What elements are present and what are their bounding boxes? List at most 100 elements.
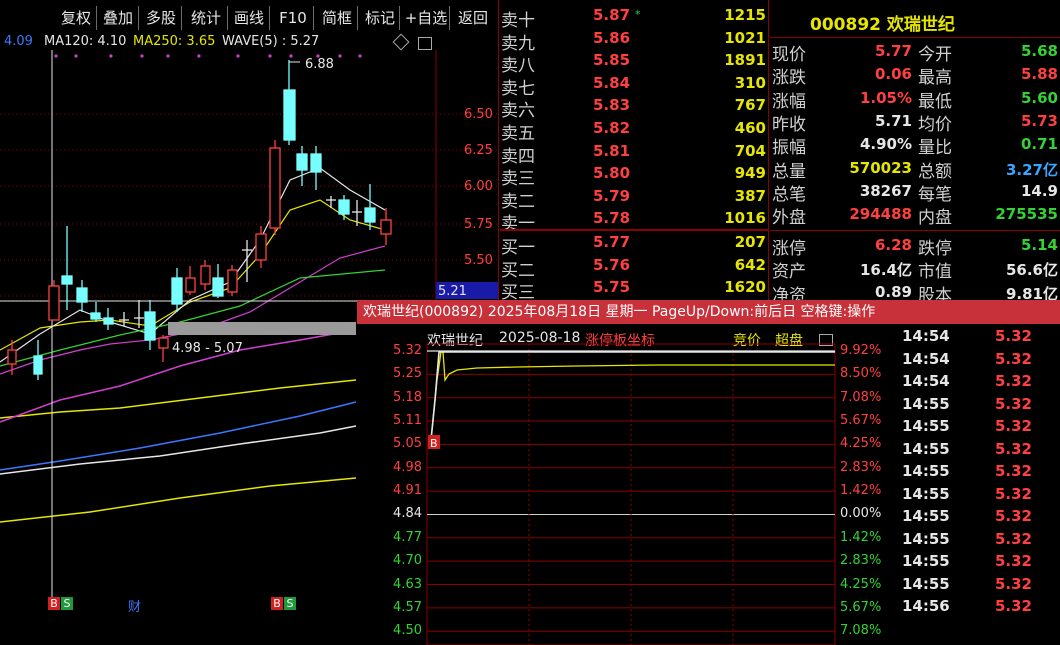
tick-price: 5.32 — [994, 462, 1032, 480]
ask-row[interactable]: 卖六 5.83 767 — [501, 96, 766, 121]
bid-volume: 207 — [734, 233, 766, 251]
kline-price-label: 6.00 — [464, 179, 493, 194]
sell-marker[interactable]: S — [284, 597, 296, 610]
ask-volume: 387 — [734, 186, 766, 205]
tick-row[interactable]: 14:54 5.32 — [902, 350, 1060, 373]
intraday-pct-label: 7.08% — [840, 623, 882, 639]
intraday-pct-label: 7.08% — [840, 389, 882, 405]
ask-level-label: 卖九 — [501, 33, 535, 54]
intraday-price-label: 4.63 — [393, 576, 422, 592]
tick-row[interactable]: 14:54 5.32 — [902, 372, 1060, 395]
tick-row[interactable]: 14:55 5.32 — [902, 552, 1060, 575]
intraday-pct-label: 2.83% — [840, 459, 882, 475]
tick-price: 5.32 — [994, 439, 1032, 458]
popup-title[interactable]: 欢瑞世纪(000892) 2025年08月18日 星期一 PageUp/Down… — [357, 300, 1060, 324]
quote-value: 275535 — [995, 205, 1058, 224]
bid-level-label: 买二 — [501, 260, 535, 281]
chart-toolbar: 复权 叠加 多股 统计 画线 F10 简框 标记 +自选 返回 — [0, 0, 498, 36]
ask-row[interactable]: 卖四 5.81 704 — [501, 141, 766, 167]
toolbar-overlay-button[interactable]: 叠加 — [98, 6, 139, 30]
toolbar-add-watchlist-button[interactable]: +自选 — [403, 6, 450, 30]
toolbar-fuquan-button[interactable]: 复权 — [56, 6, 97, 30]
intraday-pct-label: 1.42% — [840, 529, 882, 545]
toolbar-mark-button[interactable]: 标记 — [361, 6, 400, 30]
tick-time: 14:55 — [902, 417, 950, 435]
toolbar-simple-frame-button[interactable]: 简框 — [317, 6, 358, 30]
ask-row[interactable]: 卖八 5.85 1891 — [501, 51, 766, 77]
bid-row[interactable]: 买二 5.76 642 — [501, 255, 766, 281]
tick-row[interactable]: 14:55 5.32 — [902, 395, 1060, 418]
bid-row[interactable]: 买三 5.75 1620 — [501, 278, 766, 303]
tick-time: 14:54 — [902, 349, 950, 368]
bid-volume: 642 — [734, 255, 766, 274]
quote-value: 5.73 — [1020, 111, 1058, 130]
toolbar-stats-button[interactable]: 统计 — [185, 6, 228, 30]
window-toggle-icon[interactable] — [418, 37, 432, 50]
tick-price: 5.32 — [994, 372, 1032, 390]
quote-label: 总额 — [918, 161, 952, 182]
tick-row[interactable]: 14:56 5.32 — [902, 597, 1060, 620]
bid-row[interactable]: 买一 5.77 207 — [501, 233, 766, 258]
ask-volume: 310 — [734, 73, 766, 92]
ask-row[interactable]: 卖五 5.82 460 — [501, 119, 766, 144]
toolbar-f10-button[interactable]: F10 — [273, 6, 314, 30]
toolbar-draw-button[interactable]: 画线 — [229, 6, 270, 30]
tick-time: 14:55 — [902, 439, 950, 458]
toolbar-back-button[interactable]: 返回 — [453, 6, 493, 30]
ask-level-label: 卖三 — [501, 169, 535, 190]
finance-marker[interactable]: 财 — [128, 596, 141, 615]
quote-label: 昨收 — [772, 114, 806, 135]
ma250-value: MA250: 3.65 — [133, 34, 216, 49]
tick-time: 14:55 — [902, 574, 950, 593]
ma120-line — [0, 425, 357, 475]
intraday-chart[interactable]: B — [357, 340, 902, 645]
ask-row[interactable]: 卖七 5.84 310 — [501, 73, 766, 99]
ask-volume: 1021 — [724, 28, 766, 47]
kline-price-label: 5.50 — [464, 253, 493, 268]
quote-value: 5.88 — [1020, 65, 1058, 84]
bid-volume: 1620 — [724, 278, 766, 297]
ask-level-label: 卖二 — [501, 191, 535, 212]
buy-marker[interactable]: B — [271, 597, 283, 610]
diamond-icon[interactable] — [392, 33, 410, 51]
ask-level-label: 卖十 — [501, 11, 535, 31]
toolbar-multi-stock-button[interactable]: 多股 — [141, 6, 182, 30]
intraday-price-label: 5.25 — [393, 366, 422, 382]
bid-price: 5.75 — [593, 278, 631, 297]
ma-prev-value: 4.09 — [4, 34, 33, 49]
sell-marker[interactable]: S — [61, 597, 73, 610]
quote-value: 294488 — [849, 205, 912, 224]
ask-level-label: 卖四 — [501, 146, 535, 167]
tick-row[interactable]: 14:55 5.32 — [902, 440, 1060, 463]
kline-price-label: 6.50 — [464, 107, 493, 122]
ask-price: 5.81 — [593, 141, 631, 160]
ask-row[interactable]: 卖三 5.80 949 — [501, 164, 766, 190]
ask-level-label: 卖五 — [501, 124, 535, 144]
quote-label: 内盘 — [918, 208, 952, 229]
tick-row[interactable]: 14:54 5.32 — [902, 327, 1060, 350]
intraday-price-label: 4.77 — [393, 529, 422, 545]
ask-row[interactable]: 卖十 5.87 * 1215 — [501, 6, 766, 31]
ask-price: 5.82 — [593, 119, 631, 137]
quote-label: 均价 — [918, 114, 952, 135]
intraday-buy-marker-label[interactable]: B — [430, 437, 438, 450]
tick-row[interactable]: 14:55 5.32 — [902, 462, 1060, 485]
tick-row[interactable]: 14:55 5.32 — [902, 485, 1060, 508]
avg-price-line — [430, 351, 835, 441]
tick-row[interactable]: 14:55 5.32 — [902, 417, 1060, 440]
tick-row[interactable]: 14:55 5.32 — [902, 507, 1060, 530]
ask-row[interactable]: 卖九 5.86 1021 — [501, 28, 766, 54]
tick-row[interactable]: 14:55 5.32 — [902, 575, 1060, 598]
intraday-price-label: 4.98 — [393, 459, 422, 475]
tick-time: 14:54 — [902, 327, 950, 345]
kline-price-label: 6.25 — [464, 143, 493, 158]
ask-row[interactable]: 卖二 5.79 387 — [501, 186, 766, 212]
buy-marker[interactable]: B — [48, 597, 60, 610]
ask-level-label: 卖八 — [501, 56, 535, 77]
ask-price: 5.78 — [593, 209, 631, 228]
ask-volume: 460 — [734, 119, 766, 137]
kline-high-label: 6.88 — [305, 57, 334, 72]
kline-range-label: 4.98 - 5.07 — [172, 341, 243, 356]
tick-row[interactable]: 14:55 5.32 — [902, 530, 1060, 553]
ask-price: 5.86 — [593, 28, 631, 47]
